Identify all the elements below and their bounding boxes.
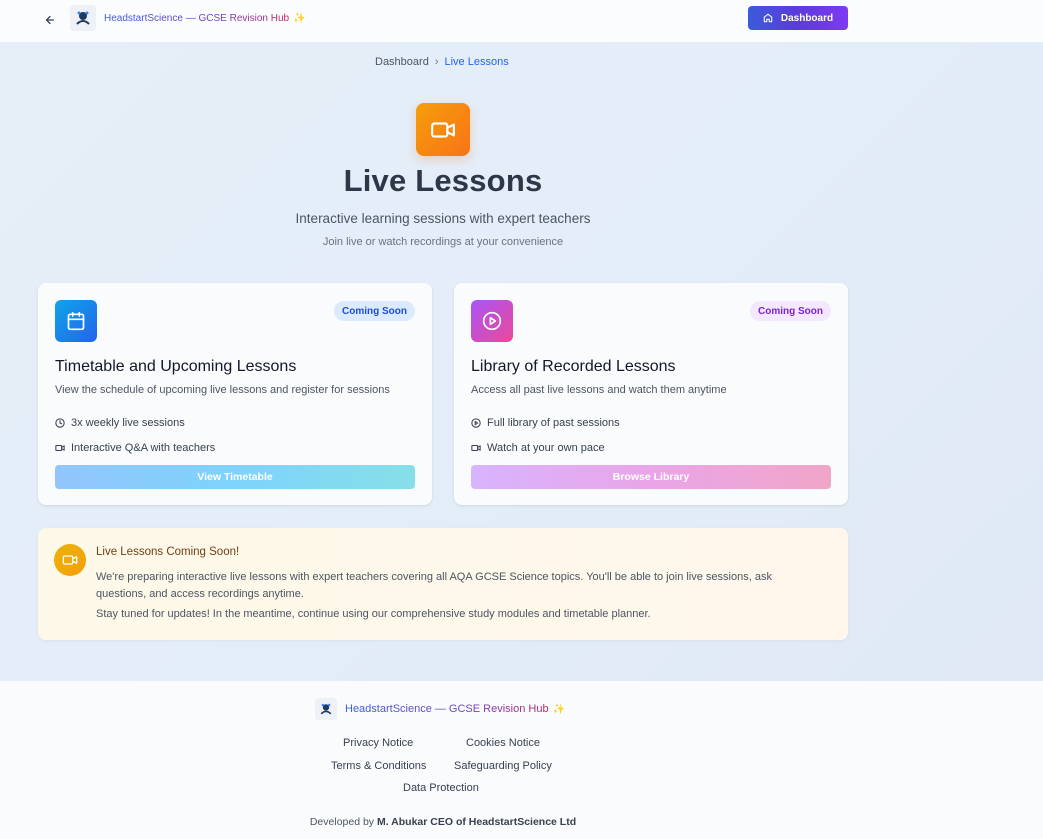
breadcrumb-dashboard[interactable]: Dashboard <box>375 56 429 68</box>
coming-soon-notice: Live Lessons Coming Soon! We're preparin… <box>38 528 848 640</box>
feature-item: Watch at your own pace <box>471 442 605 454</box>
video-camera-icon <box>416 103 470 156</box>
footer-brand-text: HeadstartScience — GCSE Revision Hub <box>345 703 549 715</box>
card-description: View the schedule of upcoming live lesso… <box>55 384 390 396</box>
status-badge: Coming Soon <box>750 301 831 321</box>
developer-name: M. Abukar CEO of HeadstartScience Ltd <box>376 816 577 828</box>
footer-brand[interactable]: HeadstartScience — GCSE Revision Hub ✨ <box>315 698 565 720</box>
status-badge: Coming Soon <box>334 301 415 321</box>
feature-item: Full library of past sessions <box>471 417 620 429</box>
cookies-notice-link[interactable]: Cookies Notice <box>466 737 540 749</box>
sparkle-icon: ✨ <box>293 12 306 24</box>
card-library: Coming Soon Library of Recorded Lessons … <box>454 283 848 505</box>
feature-label: Full library of past sessions <box>487 417 620 429</box>
dashboard-button[interactable]: Dashboard <box>748 6 848 30</box>
chevron-right-icon: › <box>434 56 439 68</box>
terms-link[interactable]: Terms & Conditions <box>331 760 426 772</box>
view-timetable-button[interactable]: View Timetable <box>55 465 415 489</box>
sparkle-icon: ✨ <box>552 703 566 715</box>
back-arrow-icon[interactable] <box>40 10 60 30</box>
brand[interactable]: HeadstartScience — GCSE Revision Hub ✨ <box>70 5 306 31</box>
feature-label: Interactive Q&A with teachers <box>71 442 216 454</box>
video-icon <box>471 444 481 452</box>
notice-body-secondary: Stay tuned for updates! In the meantime,… <box>96 608 651 620</box>
developer-credit: Developed by M. Abukar CEO of HeadstartS… <box>0 816 886 828</box>
feature-label: Watch at your own pace <box>487 442 605 454</box>
video-camera-icon <box>54 544 86 576</box>
calendar-icon <box>55 300 97 342</box>
page-title: Live Lessons <box>343 163 543 198</box>
page-subtitle-secondary: Join live or watch recordings at your co… <box>322 236 564 248</box>
safeguarding-link[interactable]: Safeguarding Policy <box>454 760 552 772</box>
top-bar: HeadstartScience — GCSE Revision Hub ✨ D… <box>0 0 1043 43</box>
logo-icon <box>315 698 337 720</box>
play-circle-icon <box>471 418 481 428</box>
clock-icon <box>55 418 65 428</box>
brand-text: HeadstartScience — GCSE Revision Hub <box>104 12 290 24</box>
footer: HeadstartScience — GCSE Revision Hub ✨ P… <box>0 681 1043 839</box>
notice-title: Live Lessons Coming Soon! <box>96 546 240 558</box>
feature-item: Interactive Q&A with teachers <box>55 442 215 454</box>
play-circle-icon <box>471 300 513 342</box>
card-description: Access all past live lessons and watch t… <box>471 384 727 396</box>
privacy-notice-link[interactable]: Privacy Notice <box>343 737 413 749</box>
data-protection-link[interactable]: Data Protection <box>403 782 479 794</box>
logo-icon <box>70 5 96 31</box>
page-subtitle: Interactive learning sessions with exper… <box>295 211 591 226</box>
card-title: Library of Recorded Lessons <box>471 358 676 375</box>
video-icon <box>55 444 65 452</box>
card-timetable: Coming Soon Timetable and Upcoming Lesso… <box>38 283 432 505</box>
browse-library-button[interactable]: Browse Library <box>471 465 831 489</box>
notice-body: We're preparing interactive live lessons… <box>96 571 772 600</box>
developer-prefix: Developed by <box>309 816 375 828</box>
dashboard-label: Dashboard <box>780 12 834 24</box>
home-icon <box>763 13 773 23</box>
feature-label: 3x weekly live sessions <box>71 417 185 429</box>
breadcrumb: Dashboard › Live Lessons <box>375 56 509 68</box>
breadcrumb-current: Live Lessons <box>444 56 509 68</box>
card-title: Timetable and Upcoming Lessons <box>55 358 297 375</box>
feature-item: 3x weekly live sessions <box>55 417 185 429</box>
